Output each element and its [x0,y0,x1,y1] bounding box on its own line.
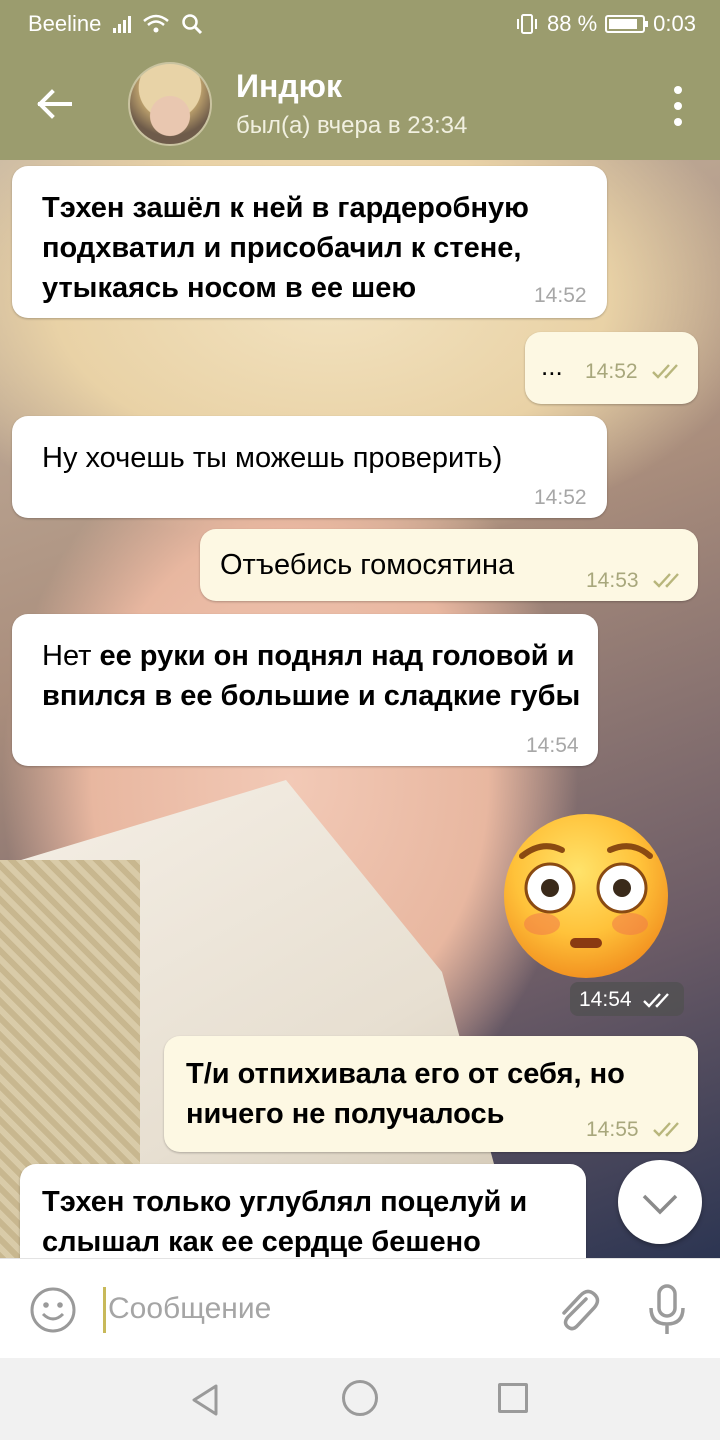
message-bubble[interactable]: Тэхен только углублял поцелуй и слышал к… [20,1164,586,1258]
message-bubble[interactable]: Тэхен зашёл к ней в гардеробную подхвати… [12,166,607,318]
nav-recent-icon[interactable] [498,1383,528,1413]
battery-icon [605,15,649,33]
chat-header: Индюк был(а) вчера в 23:34 [0,48,720,160]
chat-title[interactable]: Индюк [236,68,342,105]
last-seen-status: был(а) вчера в 23:34 [236,112,468,139]
flushed-face-emoji[interactable] [500,810,672,982]
double-check-icon [653,1122,679,1137]
wifi-icon [143,14,170,33]
paperclip-icon[interactable] [552,1285,600,1335]
message-time: 14:55 [586,1118,639,1141]
more-vert-icon[interactable] [672,86,684,126]
double-check-icon [643,993,669,1008]
carrier-name: Beeline [28,11,102,36]
status-bar: Beeline 88 % 0:03 [0,0,720,48]
sticker-time-badge: 14:54 [570,982,684,1016]
message-text: Тэхен зашёл к ней в гардеробную подхвати… [42,192,529,304]
message-time: 14:54 [526,734,579,757]
message-time: 14:53 [586,569,639,592]
scroll-down-button[interactable] [618,1160,702,1244]
chat-area[interactable]: Тэхен зашёл к ней в гардеробную подхвати… [0,160,720,1258]
message-time: 14:52 [534,486,587,509]
message-text: ... [541,351,563,381]
nav-back-icon[interactable] [188,1382,224,1418]
message-bubble[interactable]: Нет ее руки он поднял над головой и впил… [12,614,598,766]
message-bubble[interactable]: Т/и отпихивала его от себя, но ничего не… [164,1036,698,1152]
double-check-icon [652,364,678,379]
microphone-icon[interactable] [644,1283,690,1337]
message-time: 14:52 [534,284,587,307]
smile-icon[interactable] [28,1285,78,1335]
message-bubble[interactable]: Отъебись гомосятина 14:53 [200,529,698,601]
arrow-left-icon[interactable] [30,80,78,128]
double-check-icon [653,573,679,588]
text-cursor [103,1287,106,1333]
message-time: 14:52 [585,360,638,383]
message-text: Ну хочешь ты можешь проверить) [42,442,503,474]
chevron-down-icon [642,1194,678,1215]
message-bubble[interactable]: ... 14:52 [525,332,698,404]
battery-percent: 88 % [547,11,598,36]
system-nav-bar [0,1358,720,1440]
message-time: 14:54 [579,988,632,1011]
nav-home-icon[interactable] [342,1380,378,1416]
message-bubble[interactable]: Ну хочешь ты можешь проверить) 14:52 [12,416,607,518]
message-text: Нет ее руки он поднял над головой и впил… [42,640,581,712]
signal-icon [113,15,132,33]
composer: Сообщение [0,1258,720,1358]
search-icon [182,14,203,35]
message-text: Тэхен только углублял поцелуй и слышал к… [42,1186,528,1258]
message-text: Отъебись гомосятина [220,549,515,581]
message-input[interactable]: Сообщение [108,1292,271,1326]
avatar[interactable] [128,62,212,146]
vibrate-icon [517,14,538,34]
clock: 0:03 [653,11,696,36]
